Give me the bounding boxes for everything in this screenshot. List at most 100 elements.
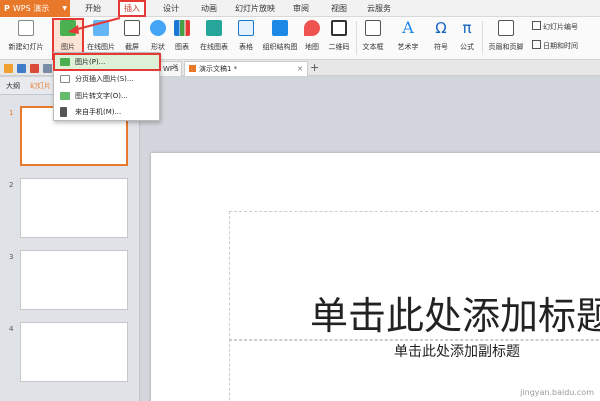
ribbon-divider (356, 21, 357, 55)
new-slide-label: 新建幻灯片 (8, 43, 44, 51)
qrcode-icon (331, 20, 347, 36)
slide-thumbnail-4[interactable] (20, 322, 128, 382)
tab-insert[interactable]: 插入 (118, 0, 146, 17)
slide-number: 4 (9, 325, 14, 333)
chevron-down-icon: ▼ (62, 5, 67, 12)
scissors-icon (124, 20, 140, 36)
tab-outline[interactable]: 大纲 (6, 81, 20, 91)
smartart-label: 组织结构图 (262, 43, 298, 51)
app-menu-button[interactable]: P WPS 演示 ▼ (0, 0, 70, 17)
symbol-label: 符号 (434, 43, 448, 51)
slide-number: 3 (9, 253, 14, 261)
presentation-icon (189, 65, 196, 72)
header-footer-button[interactable]: 页眉和页脚 (484, 20, 528, 58)
pdf-icon[interactable] (30, 64, 39, 73)
formula-button[interactable]: π 公式 (456, 20, 478, 58)
table-label: 表格 (239, 43, 253, 51)
wps-logo-icon: P (4, 4, 10, 13)
online-chart-button[interactable]: 在线图表 (196, 20, 232, 58)
online-chart-icon (206, 20, 222, 36)
close-icon[interactable]: ✕ (297, 62, 303, 77)
slide-number: 1 (9, 109, 14, 117)
smartart-button[interactable]: 组织结构图 (260, 20, 300, 58)
tab-cloud[interactable]: 云服务 (364, 2, 394, 15)
header-footer-label: 页眉和页脚 (488, 43, 524, 51)
ribbon-divider (482, 21, 483, 55)
menu-item-paged-insert[interactable]: 分页插入图片(S)... (55, 72, 159, 86)
menu-item-label: 图片转文字(O)... (75, 92, 128, 100)
close-icon[interactable]: ✕ (172, 62, 179, 71)
menu-item-picture[interactable]: 图片(P)... (53, 53, 161, 71)
menu-item-label: 分页插入图片(S)... (75, 75, 134, 83)
new-slide-icon (18, 20, 34, 36)
textbox-label: 文本框 (362, 43, 384, 51)
picture-icon (60, 20, 76, 36)
slide-thumbnail-3[interactable] (20, 250, 128, 310)
tab-document[interactable]: 演示文稿1 * ✕ (184, 61, 308, 76)
save-icon[interactable] (17, 64, 26, 73)
tab-slideshow[interactable]: 幻灯片放映 (232, 2, 278, 15)
chart-button[interactable]: 图表 (172, 20, 192, 58)
pi-icon: π (462, 19, 472, 37)
qrcode-label: 二维码 (328, 43, 350, 51)
textbox-icon (365, 20, 381, 36)
chart-label: 图表 (175, 43, 189, 51)
calendar-icon (532, 40, 541, 49)
paged-picture-icon (60, 75, 70, 83)
picture-dropdown-menu: 图片(P)... 分页插入图片(S)... 图片转文字(O)... 来自手机(M… (53, 52, 161, 121)
shape-label: 形状 (151, 43, 165, 51)
omega-icon: Ω (435, 19, 447, 37)
chart-icon (174, 20, 190, 36)
slide-canvas (141, 77, 600, 401)
slide-thumbnail-2[interactable] (20, 178, 128, 238)
tab-document-label: 演示文稿1 * (199, 65, 238, 73)
menu-bar: P WPS 演示 ▼ 开始 插入 设计 动画 幻灯片放映 审阅 视图 云服务 (0, 0, 600, 17)
menu-item-label: 图片(P)... (75, 58, 106, 66)
plus-icon[interactable]: + (310, 61, 319, 75)
date-time-label: 日期和时间 (543, 42, 578, 50)
online-picture-label: 在线图片 (87, 43, 115, 51)
slide-number-button[interactable]: 幻灯片编号 (532, 21, 578, 33)
tab-animation[interactable]: 动画 (196, 2, 222, 15)
slide-panel: 大纲 幻灯片 1 2 3 4 (0, 77, 140, 401)
online-picture-icon (93, 20, 109, 36)
table-icon (238, 20, 254, 36)
slide-subtitle[interactable]: 单击此处添加副标题 (394, 341, 520, 361)
online-chart-label: 在线图表 (200, 43, 228, 51)
picture-to-text-icon (60, 92, 70, 100)
map-pin-icon (304, 20, 320, 36)
date-time-button[interactable]: 日期和时间 (532, 40, 578, 52)
org-chart-icon (272, 20, 288, 36)
map-button[interactable]: 地图 (302, 20, 322, 58)
qrcode-button[interactable]: 二维码 (326, 20, 352, 58)
textbox-button[interactable]: 文本框 (358, 20, 388, 58)
picture-label: 图片 (61, 43, 75, 51)
symbol-button[interactable]: Ω 符号 (430, 20, 452, 58)
tab-view[interactable]: 视图 (326, 2, 352, 15)
tab-design[interactable]: 设计 (158, 2, 184, 15)
formula-label: 公式 (460, 43, 474, 51)
wordart-icon: A (402, 18, 414, 37)
header-footer-icon (498, 20, 514, 36)
picture-icon (60, 58, 70, 66)
table-button[interactable]: 表格 (234, 20, 258, 58)
shape-icon (150, 20, 166, 36)
new-slide-button[interactable]: 新建幻灯片 (4, 20, 48, 58)
watermark: jingyan.baidu.com (520, 388, 594, 397)
wordart-button[interactable]: A 艺术字 (392, 20, 424, 58)
menu-item-picture-to-text[interactable]: 图片转文字(O)... (55, 89, 159, 103)
tab-home[interactable]: 开始 (80, 2, 106, 15)
screenshot-label: 截屏 (125, 43, 139, 51)
tab-review[interactable]: 审阅 (288, 2, 314, 15)
map-label: 地图 (305, 43, 319, 51)
menu-item-from-phone[interactable]: 来自手机(M)... (55, 105, 159, 119)
slide-number: 2 (9, 181, 14, 189)
tab-slides[interactable]: 幻灯片 (30, 81, 51, 91)
app-name: WPS 演示 (12, 4, 50, 13)
phone-icon (60, 107, 67, 117)
wordart-label: 艺术字 (397, 43, 419, 51)
menu-item-label: 来自手机(M)... (75, 108, 122, 116)
print-icon[interactable] (43, 64, 52, 73)
slide-title[interactable]: 单击此处添加标题 (310, 285, 600, 340)
open-folder-icon[interactable] (4, 64, 13, 73)
